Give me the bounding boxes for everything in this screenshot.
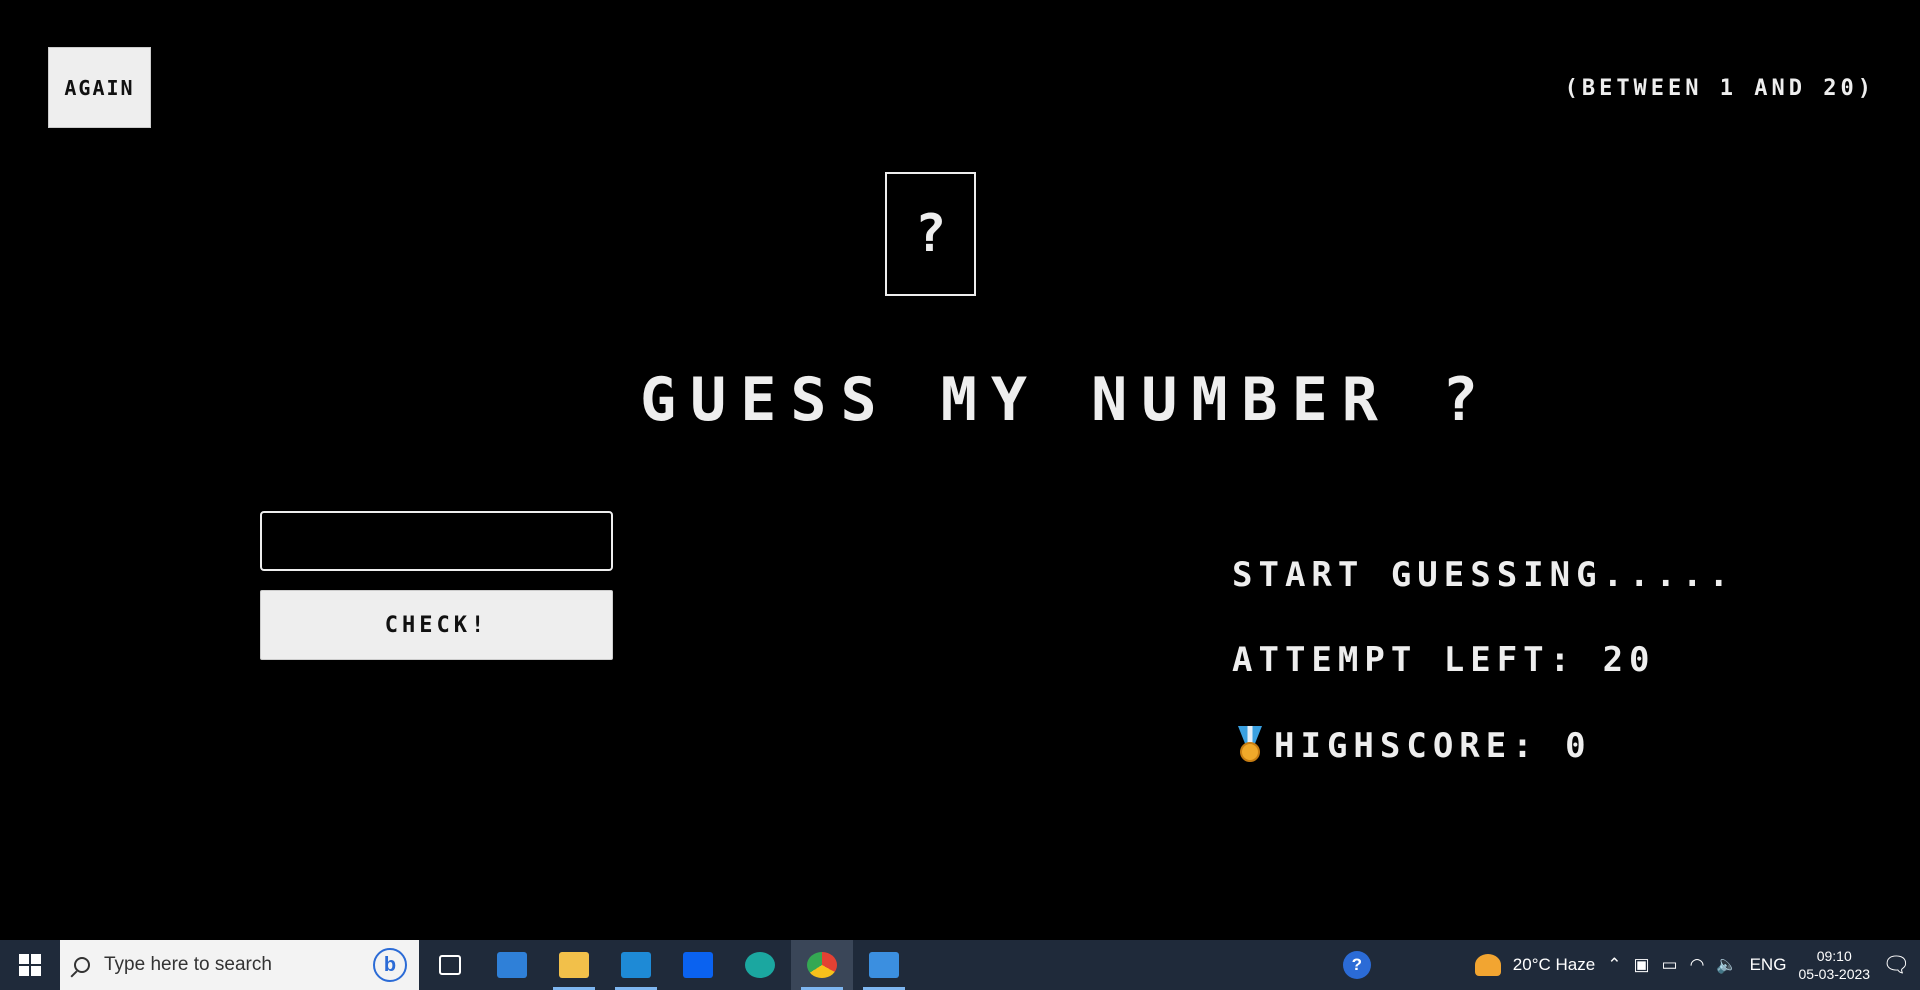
notifications-icon[interactable]: 🗨 bbox=[1882, 952, 1910, 978]
battery-icon[interactable]: ▭ bbox=[1662, 955, 1678, 975]
search-icon bbox=[74, 957, 90, 973]
wifi-icon[interactable]: ◠ bbox=[1690, 955, 1705, 975]
system-tray: ? 20°C Haze ⌃ ▣ ▭ ◠ 🔈 ENG 09:10 05-03-20… bbox=[1342, 940, 1920, 990]
weather-icon[interactable] bbox=[1474, 954, 1501, 976]
attempts-left: ATTEMPT LEFT: 20 bbox=[1232, 640, 1656, 680]
bing-icon[interactable]: b bbox=[373, 948, 407, 982]
check-button[interactable]: CHECK! bbox=[260, 590, 613, 660]
edge-icon[interactable] bbox=[729, 940, 791, 990]
clock-date: 05-03-2023 bbox=[1798, 966, 1871, 982]
page-title: GUESS MY NUMBER ? bbox=[640, 365, 1493, 435]
mail-icon[interactable] bbox=[481, 940, 543, 990]
status-message: START GUESSING..... bbox=[1232, 555, 1735, 595]
meet-now-icon[interactable]: ▣ bbox=[1633, 955, 1649, 975]
again-button[interactable]: AGAIN bbox=[48, 47, 151, 128]
start-button[interactable] bbox=[0, 940, 60, 990]
highscore-label: HIGHSCORE: 0 bbox=[1274, 726, 1592, 766]
chrome-icon[interactable] bbox=[791, 940, 853, 990]
range-hint: (BETWEEN 1 AND 20) bbox=[1564, 76, 1875, 101]
clock-time: 09:10 bbox=[1816, 948, 1852, 964]
windows-logo-icon bbox=[19, 954, 41, 976]
file-explorer-icon[interactable] bbox=[543, 940, 605, 990]
language-indicator[interactable]: ENG bbox=[1750, 955, 1787, 975]
search-placeholder: Type here to search bbox=[104, 954, 272, 975]
secret-number-box: ? bbox=[885, 172, 976, 296]
volume-icon[interactable]: 🔈 bbox=[1716, 955, 1737, 975]
clock[interactable]: 09:10 05-03-2023 bbox=[1798, 947, 1870, 983]
highscore: HIGHSCORE: 0 bbox=[1232, 726, 1592, 766]
taskbar-search[interactable]: Type here to search b bbox=[60, 940, 419, 990]
dropbox-icon[interactable] bbox=[667, 940, 729, 990]
help-icon[interactable]: ? bbox=[1342, 951, 1371, 979]
taskbar: Type here to search b ? 20°C Haze ⌃ ▣ ▭ … bbox=[0, 940, 1920, 990]
vs-code-icon[interactable] bbox=[605, 940, 667, 990]
medal-icon bbox=[1232, 726, 1268, 766]
photos-icon[interactable] bbox=[853, 940, 915, 990]
weather-text[interactable]: 20°C Haze bbox=[1513, 955, 1595, 975]
task-view-icon[interactable] bbox=[419, 940, 481, 990]
guess-input[interactable] bbox=[260, 511, 613, 571]
chevron-up-icon[interactable]: ⌃ bbox=[1607, 955, 1621, 975]
